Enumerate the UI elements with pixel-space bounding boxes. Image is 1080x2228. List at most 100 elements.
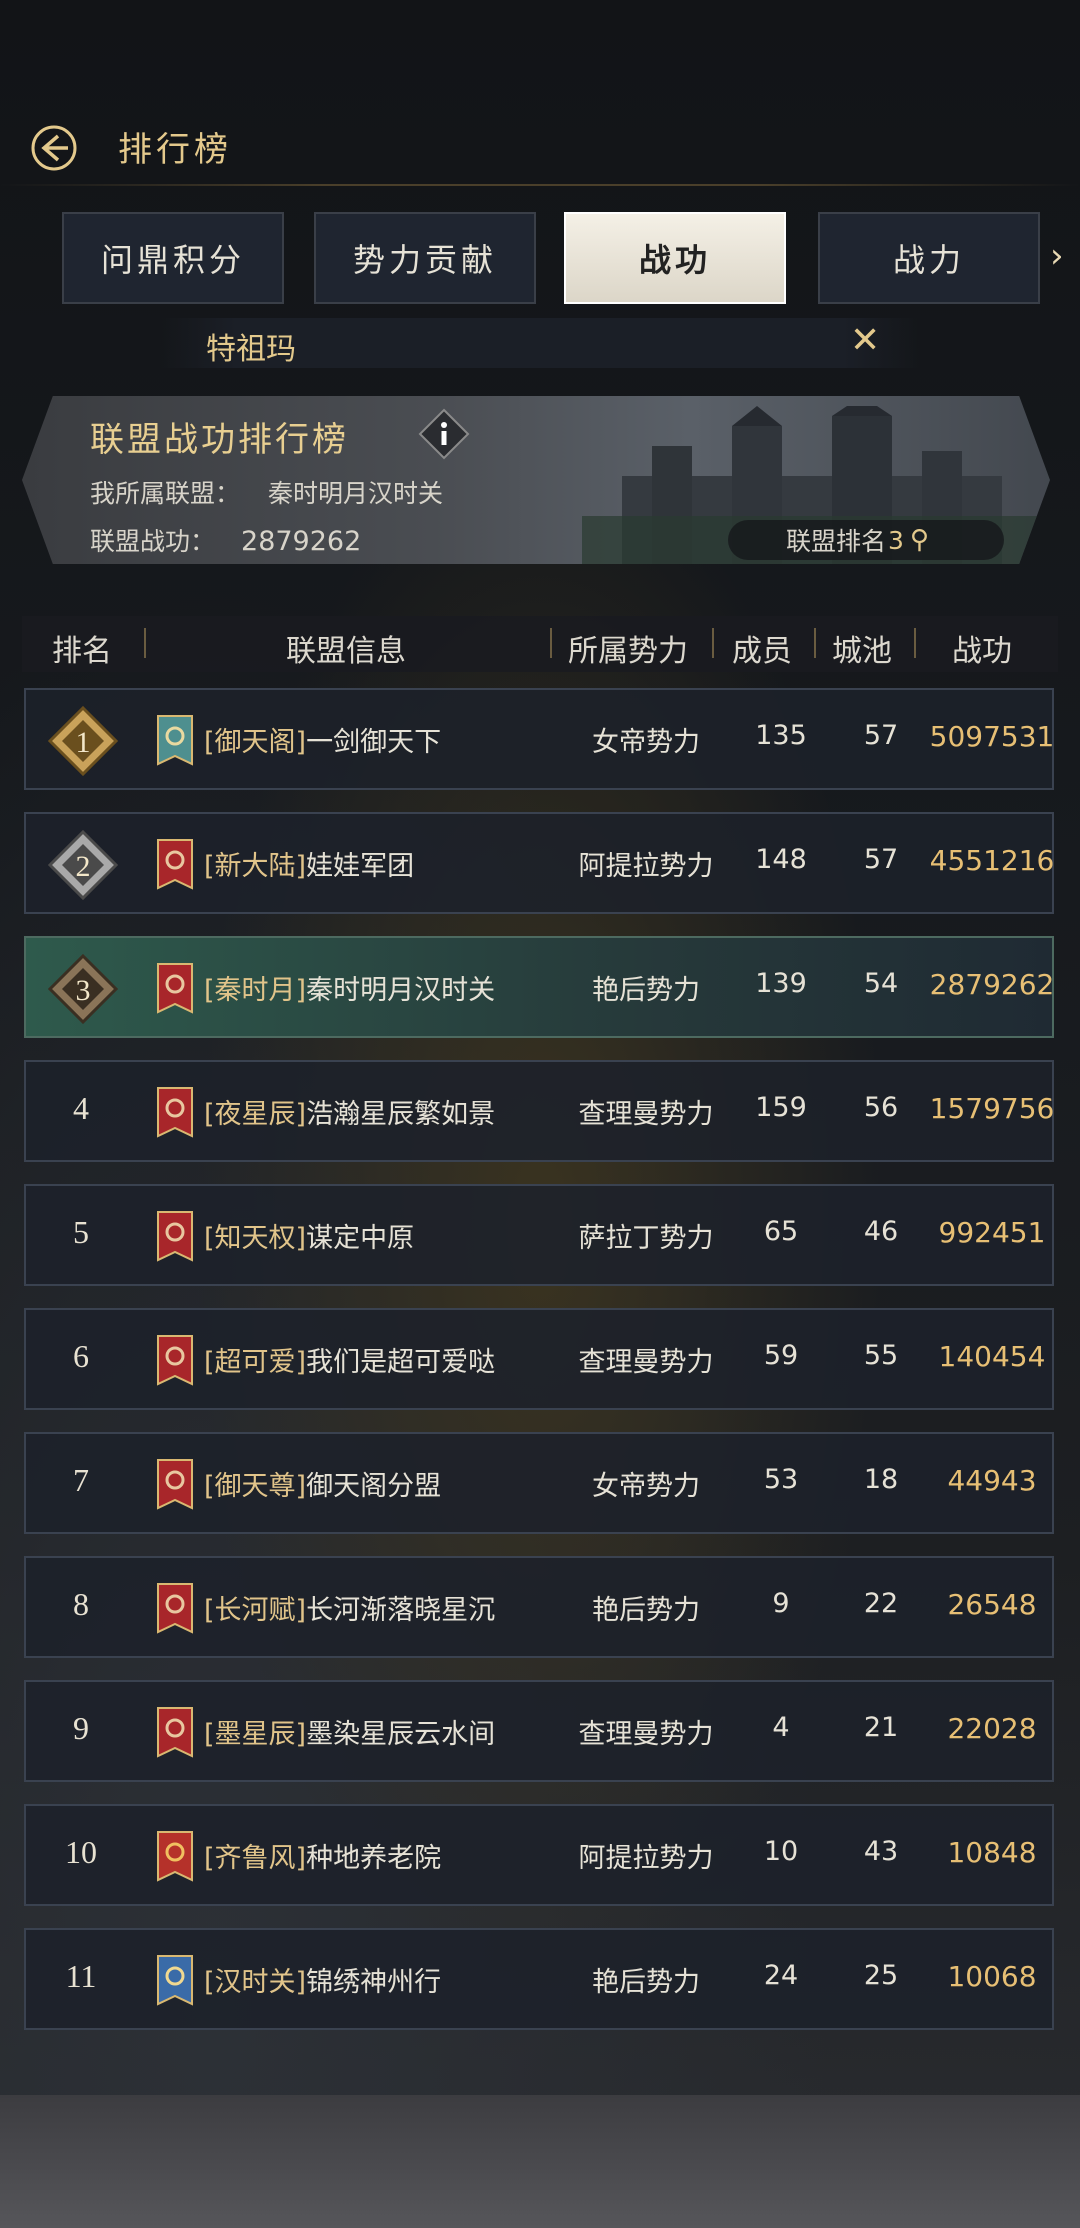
merit-cell: 10848 (947, 1836, 1037, 1869)
table-header: 排名 联盟信息 所属势力 成员 城池 战功 (22, 616, 1058, 672)
search-icon: ⚲ (909, 525, 929, 555)
members-cell: 148 (755, 844, 807, 875)
back-arrow-icon[interactable] (28, 122, 80, 174)
faction-cell: 艳后势力 (592, 1595, 700, 1626)
bottom-overlay (0, 2095, 1080, 2228)
merit-cell: 1579756 (929, 1092, 1055, 1125)
red-wreath-banner-icon (157, 1831, 193, 1882)
members-cell: 9 (772, 1588, 790, 1619)
header-divider (0, 184, 1080, 186)
faction-cell: 女帝势力 (592, 1471, 700, 1502)
col-members: 成员 (732, 634, 792, 669)
chevron-right-icon[interactable]: › (1050, 236, 1064, 276)
alliance-title: 一剑御天下 (306, 727, 442, 758)
red-dragon-banner-icon (157, 1583, 193, 1634)
members-cell: 59 (763, 1340, 799, 1371)
table-row[interactable]: 5 [知天权]谋定中原 萨拉丁势力 65 46 992451 (24, 1184, 1054, 1286)
alliance-title: 我们是超可爱哒 (306, 1347, 496, 1378)
my-alliance-value: 秦时明月汉时关 (268, 479, 444, 508)
tab-power[interactable]: 战力 (818, 212, 1040, 304)
alliance-tag: [御天尊] (204, 1471, 307, 1502)
table-row[interactable]: 1 [御天阁]一剑御天下 女帝势力 135 57 5097531 (24, 688, 1054, 790)
col-cities: 城池 (832, 634, 892, 669)
table-row[interactable]: 3 [秦时月]秦时明月汉时关 艳后势力 139 54 2879262 (24, 936, 1054, 1038)
faction-cell: 艳后势力 (592, 1967, 700, 1998)
alliance-title: 种地养老院 (306, 1843, 442, 1874)
table-row[interactable]: 2 [新大陆]娃娃军团 阿提拉势力 148 57 4551216 (24, 812, 1054, 914)
alliance-merit-label: 联盟战功： (90, 527, 216, 556)
alliance-merit-value: 2879262 (241, 526, 362, 557)
alliance-title: 墨染星辰云水间 (306, 1719, 496, 1750)
tab-wending-score[interactable]: 问鼎积分 (62, 212, 284, 304)
members-cell: 53 (763, 1464, 799, 1495)
faction-cell: 查理曼势力 (578, 1719, 714, 1750)
alliance-name: [齐鲁风]种地养老院 (204, 1836, 441, 1875)
col-faction: 所属势力 (568, 634, 688, 669)
faction-cell: 萨拉丁势力 (578, 1223, 714, 1254)
col-divider (144, 628, 146, 658)
members-cell: 159 (755, 1092, 807, 1123)
rank-number: 11 (65, 1958, 97, 1994)
merit-cell: 10068 (947, 1960, 1037, 1993)
alliance-name: [新大陆]娃娃军团 (204, 844, 414, 883)
table-row[interactable]: 10 [齐鲁风]种地养老院 阿提拉势力 10 43 10848 (24, 1804, 1054, 1906)
tab-faction-contribution[interactable]: 势力贡献 (314, 212, 536, 304)
red-dragon-banner-icon (157, 1087, 193, 1138)
alliance-tag: [御天阁] (204, 727, 307, 758)
table-row[interactable]: 9 [墨星辰]墨染星辰云水间 查理曼势力 4 21 22028 (24, 1680, 1054, 1782)
blue-griffin-banner-icon (157, 1955, 193, 2006)
faction-cell: 阿提拉势力 (578, 1843, 714, 1874)
rank-number: 5 (73, 1214, 89, 1250)
search-field[interactable]: 特祖玛 ✕ (160, 318, 920, 368)
alliance-tag: [新大陆] (204, 851, 307, 882)
alliance-title: 谋定中原 (306, 1223, 415, 1254)
rank-number: 2 (76, 850, 91, 883)
alliance-tag: [齐鲁风] (204, 1843, 307, 1874)
faction-cell: 艳后势力 (592, 975, 700, 1006)
col-divider (550, 628, 552, 658)
rank-number: 1 (76, 726, 91, 759)
tab-merit[interactable]: 战功 (564, 212, 786, 304)
red-dragon-banner-icon (157, 1335, 193, 1386)
alliance-name: [长河赋]长河渐落晓星沉 (204, 1588, 495, 1627)
table-row[interactable]: 11 [汉时关]锦绣神州行 艳后势力 24 25 10068 (24, 1928, 1054, 2030)
search-input[interactable]: 特祖玛 (206, 324, 296, 368)
alliance-tag: [秦时月] (204, 975, 307, 1006)
alliance-name: [御天尊]御天阁分盟 (204, 1464, 441, 1503)
alliance-rank-button[interactable]: 联盟排名 3 ⚲ (728, 520, 1004, 560)
alliance-rank-label: 联盟排名 (786, 527, 887, 556)
merit-cell: 22028 (947, 1712, 1037, 1745)
rank-number: 10 (65, 1834, 97, 1870)
alliance-name: [夜星辰]浩瀚星辰繁如景 (204, 1092, 495, 1131)
merit-cell: 2879262 (929, 968, 1055, 1001)
rank-medal-icon: 3 (48, 954, 118, 1024)
alliance-title: 长河渐落晓星沉 (306, 1595, 496, 1626)
alliance-tag: [知天权] (204, 1223, 307, 1254)
rank-number: 7 (73, 1462, 89, 1498)
faction-cell: 查理曼势力 (578, 1347, 714, 1378)
members-cell: 10 (763, 1836, 799, 1867)
alliance-tag: [夜星辰] (204, 1099, 307, 1130)
alliance-title: 娃娃军团 (306, 851, 415, 882)
members-cell: 135 (755, 720, 807, 751)
my-alliance-row: 我所属联盟： 秦时明月汉时关 (90, 474, 443, 510)
alliance-name: [秦时月]秦时明月汉时关 (204, 968, 495, 1007)
merit-cell: 26548 (947, 1588, 1037, 1621)
faction-cell: 阿提拉势力 (578, 851, 714, 882)
merit-cell: 992451 (938, 1216, 1046, 1249)
banner-title: 联盟战功排行榜 (90, 420, 349, 460)
teal-lion-banner-icon (157, 715, 193, 766)
info-icon[interactable] (418, 408, 470, 460)
table-row[interactable]: 7 [御天尊]御天阁分盟 女帝势力 53 18 44943 (24, 1432, 1054, 1534)
members-cell: 4 (772, 1712, 790, 1743)
alliance-name: [超可爱]我们是超可爱哒 (204, 1340, 495, 1379)
red-dragon-banner-icon (157, 1707, 193, 1758)
table-row[interactable]: 8 [长河赋]长河渐落晓星沉 艳后势力 9 22 26548 (24, 1556, 1054, 1658)
clear-search-icon[interactable]: ✕ (850, 320, 880, 361)
table-row[interactable]: 4 [夜星辰]浩瀚星辰繁如景 查理曼势力 159 56 1579756 (24, 1060, 1054, 1162)
members-cell: 65 (763, 1216, 799, 1247)
alliance-tag: [超可爱] (204, 1347, 307, 1378)
merit-cell: 44943 (947, 1464, 1037, 1497)
rank-number: 9 (73, 1710, 89, 1746)
table-row[interactable]: 6 [超可爱]我们是超可爱哒 查理曼势力 59 55 140454 (24, 1308, 1054, 1410)
